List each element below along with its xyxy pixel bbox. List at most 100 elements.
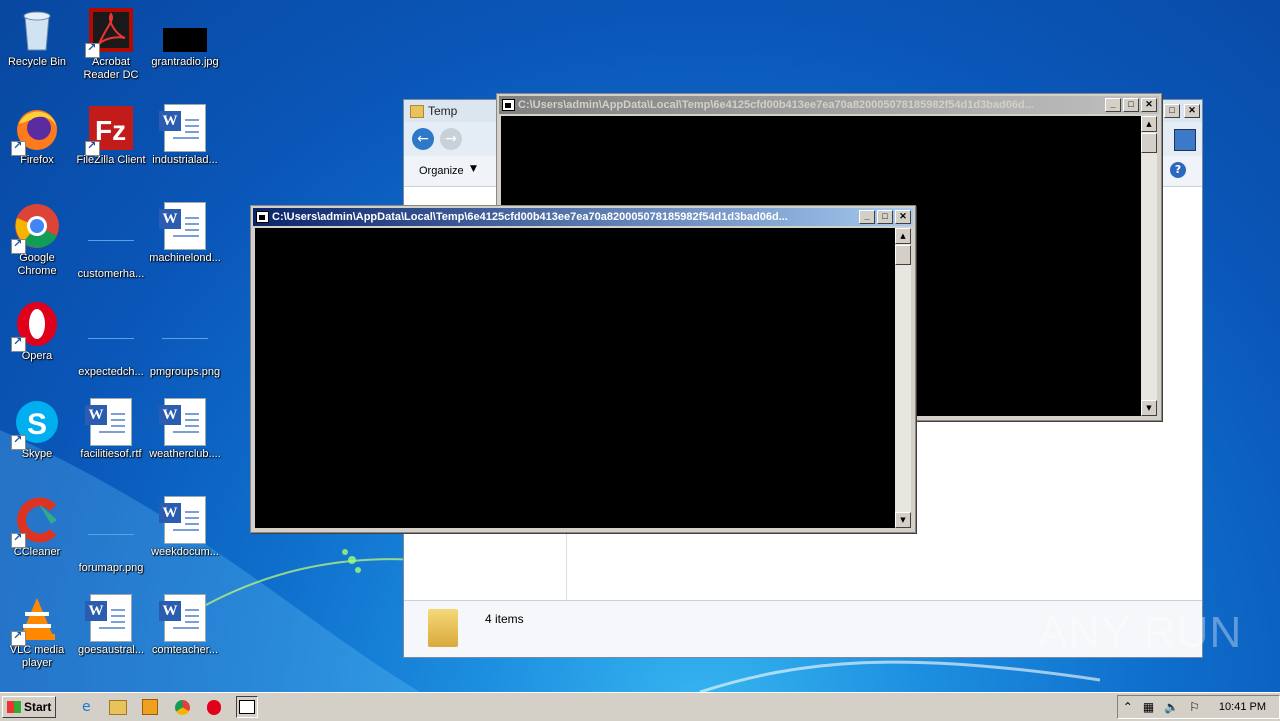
- shortcut-arrow-icon: [11, 531, 26, 548]
- desktop-icon-filezilla[interactable]: Fz FileZilla Client: [74, 104, 148, 167]
- desktop-icon-comteacher[interactable]: W comteacher...: [148, 594, 222, 657]
- shortcut-arrow-icon: [85, 41, 100, 58]
- ccleaner-icon: [11, 496, 61, 548]
- shortcut-arrow-icon: [11, 433, 26, 450]
- word-doc-icon: W: [159, 398, 206, 446]
- shortcut-arrow-icon: [11, 139, 26, 156]
- scroll-thumb[interactable]: [1141, 133, 1157, 153]
- console-front-scrollbar[interactable]: ▲ ▼: [895, 228, 911, 528]
- desktop-icon-pmgroups[interactable]: pmgroups.png: [148, 300, 222, 379]
- shortcut-arrow-icon: [11, 335, 26, 352]
- explorer-maximize-button[interactable]: □: [1164, 104, 1180, 118]
- blank-file-icon: [87, 218, 135, 266]
- minimize-button[interactable]: _: [859, 210, 875, 224]
- help-icon[interactable]: ?: [1170, 162, 1186, 178]
- scroll-up-button[interactable]: ▲: [895, 228, 911, 244]
- folder-icon: [410, 104, 424, 118]
- acrobat-icon: [85, 6, 135, 58]
- console-back-titlebar[interactable]: C:\Users\admin\AppData\Local\Temp\6e4125…: [499, 96, 1159, 114]
- console-front-title: C:\Users\admin\AppData\Local\Temp\6e4125…: [272, 211, 788, 223]
- scroll-thumb[interactable]: [895, 245, 911, 265]
- forward-arrow-icon[interactable]: →: [440, 128, 462, 150]
- close-button[interactable]: ✕: [1141, 98, 1157, 112]
- chrome-icon[interactable]: [172, 697, 192, 717]
- desktop-icon-weekdocum[interactable]: W weekdocum...: [148, 496, 222, 559]
- shortcut-arrow-icon: [11, 629, 26, 646]
- shortcut-arrow-icon: [11, 237, 26, 254]
- system-tray: ⌃ ▦ 🔈 ⚐ 10:41 PM: [1116, 695, 1280, 719]
- scroll-down-button[interactable]: ▼: [895, 512, 911, 528]
- start-label: Start: [24, 700, 52, 714]
- desktop-icon-forumapr[interactable]: forumapr.png: [74, 496, 148, 575]
- desktop-icon-skype[interactable]: S Skype: [0, 398, 74, 461]
- desktop-icon-ccleaner[interactable]: CCleaner: [0, 496, 74, 559]
- organize-button[interactable]: Organize: [419, 165, 464, 177]
- ie-icon[interactable]: e: [76, 697, 96, 717]
- network-icon[interactable]: ▦: [1143, 700, 1154, 714]
- desktop-icon-chrome[interactable]: Google Chrome: [0, 202, 74, 278]
- explorer-close-button[interactable]: ✕: [1184, 104, 1200, 118]
- explorer-icon[interactable]: [108, 697, 128, 717]
- word-doc-icon: W: [159, 496, 206, 544]
- minimize-button[interactable]: _: [1105, 98, 1121, 112]
- desktop-icon-vlc[interactable]: VLC media player: [0, 594, 74, 670]
- opera-icon: [11, 300, 61, 352]
- console-back-scrollbar[interactable]: ▲ ▼: [1141, 116, 1157, 416]
- desktop-icon-opera[interactable]: Opera: [0, 300, 74, 363]
- console-front-output[interactable]: [255, 228, 895, 528]
- word-doc-icon: W: [159, 104, 206, 152]
- blank-file-icon: [87, 316, 135, 364]
- desktop-icon-customerha[interactable]: customerha...: [74, 202, 148, 281]
- anyrun-watermark: ANY RUN: [1038, 608, 1243, 657]
- desktop-icon-goesaustral[interactable]: W goesaustral...: [74, 594, 148, 657]
- item-count: 4 items: [485, 612, 524, 626]
- image-file-icon: [161, 6, 209, 54]
- desktop-icon-acrobat[interactable]: Acrobat Reader DC: [74, 6, 148, 82]
- start-button[interactable]: Start: [2, 696, 57, 718]
- console-icon: [502, 99, 515, 111]
- flag-icon[interactable]: ⚐: [1189, 700, 1200, 714]
- chevron-down-icon: ▼: [470, 164, 477, 174]
- chrome-icon: [11, 202, 61, 254]
- console-taskbar-icon[interactable]: [236, 696, 259, 718]
- desktop-icon-weatherclub[interactable]: W weatherclub....: [148, 398, 222, 461]
- opera-icon[interactable]: [204, 697, 224, 717]
- desktop-icon-facilitiesof[interactable]: W facilitiesof.rtf: [74, 398, 148, 461]
- chevron-up-icon[interactable]: ⌃: [1123, 700, 1133, 714]
- desktop-icon-machinelond[interactable]: W machinelond...: [148, 202, 222, 265]
- word-doc-icon: W: [159, 594, 206, 642]
- desktop-icon-recycle-bin[interactable]: Recycle Bin: [0, 6, 74, 69]
- maximize-button[interactable]: □: [1123, 98, 1139, 112]
- desktop-icon-firefox[interactable]: Firefox: [0, 104, 74, 167]
- back-arrow-icon[interactable]: ←: [412, 128, 434, 150]
- scroll-down-button[interactable]: ▼: [1141, 400, 1157, 416]
- blank-file-icon: [161, 316, 209, 364]
- console-front-titlebar[interactable]: C:\Users\admin\AppData\Local\Temp\6e4125…: [253, 208, 913, 226]
- media-player-icon[interactable]: [140, 697, 160, 717]
- folder-icon: [428, 609, 458, 647]
- blank-file-icon: [87, 512, 135, 560]
- desktop-icon-expectedch[interactable]: expectedch...: [74, 300, 148, 379]
- skype-icon: S: [11, 398, 61, 450]
- filezilla-icon: Fz: [85, 104, 135, 156]
- explorer-title: Temp: [428, 104, 458, 118]
- desktop-icon-industrialad[interactable]: W industrialad...: [148, 104, 222, 167]
- clock[interactable]: 10:41 PM: [1219, 701, 1266, 713]
- search-icon[interactable]: [1174, 129, 1196, 151]
- desktop-icon-grantradio[interactable]: grantradio.jpg: [148, 6, 222, 69]
- close-button[interactable]: ✕: [895, 210, 911, 224]
- volume-icon[interactable]: 🔈: [1164, 700, 1179, 714]
- word-doc-icon: W: [85, 398, 132, 446]
- console-icon: [256, 211, 269, 223]
- word-doc-icon: W: [159, 202, 206, 250]
- taskbar: Start e ⌃ ▦ 🔈 ⚐ 10:41 PM: [0, 692, 1280, 721]
- scroll-up-button[interactable]: ▲: [1141, 116, 1157, 132]
- vlc-icon: [11, 594, 61, 646]
- svg-text:S: S: [27, 408, 47, 441]
- console-back-title: C:\Users\admin\AppData\Local\Temp\6e4125…: [518, 99, 1034, 111]
- word-doc-icon: W: [85, 594, 132, 642]
- console-window-front[interactable]: C:\Users\admin\AppData\Local\Temp\6e4125…: [250, 205, 916, 533]
- firefox-icon: [11, 104, 61, 156]
- shortcut-arrow-icon: [85, 139, 100, 156]
- maximize-button[interactable]: □: [877, 210, 893, 224]
